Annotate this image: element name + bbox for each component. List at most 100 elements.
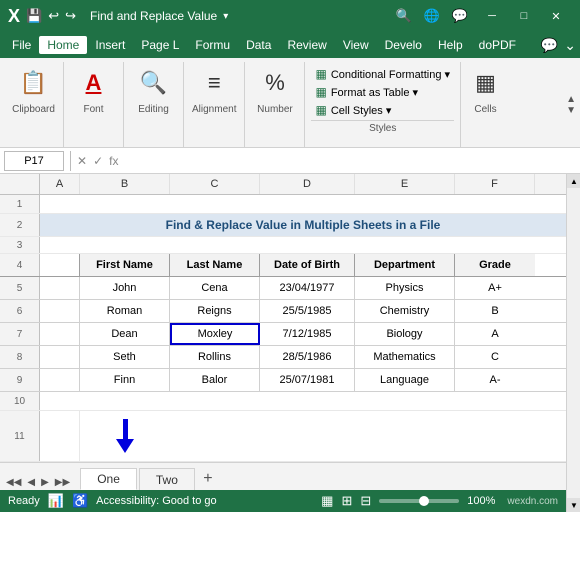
cell-5f[interactable]: A+ <box>455 277 535 299</box>
maximize-button[interactable]: □ <box>508 0 540 32</box>
menu-home[interactable]: Home <box>39 36 87 54</box>
sheet-nav-prev-icon[interactable]: ◀ <box>25 475 37 490</box>
cell-6b[interactable]: Roman <box>80 300 170 322</box>
sheet-nav-first-icon[interactable]: ◀◀ <box>4 475 23 490</box>
ribbon-scroll-down-icon[interactable]: ▼ <box>566 105 576 116</box>
menu-view[interactable]: View <box>335 36 377 54</box>
title-dropdown-icon[interactable]: ▾ <box>223 11 228 22</box>
header-firstname[interactable]: First Name <box>80 254 170 276</box>
ribbon-scroll-up-icon[interactable]: ▲ <box>566 94 576 105</box>
cell-6c[interactable]: Reigns <box>170 300 260 322</box>
formula-input[interactable] <box>122 154 576 168</box>
cell-9b[interactable]: Finn <box>80 369 170 391</box>
cell-6a[interactable] <box>40 300 80 322</box>
row-11-rest <box>170 411 566 461</box>
header-lastname[interactable]: Last Name <box>170 254 260 276</box>
row-4: 4 First Name Last Name Date of Birth Dep… <box>0 254 566 277</box>
scroll-down-button[interactable]: ▼ <box>567 498 580 512</box>
menu-help[interactable]: Help <box>430 36 471 54</box>
header-grade[interactable]: Grade <box>455 254 535 276</box>
cell-5c[interactable]: Cena <box>170 277 260 299</box>
cell-6e[interactable]: Chemistry <box>355 300 455 322</box>
menu-formulas[interactable]: Formu <box>187 36 238 54</box>
quick-access-save-icon[interactable]: 💾 <box>26 8 42 24</box>
cells-button[interactable]: ▦ <box>469 66 502 100</box>
column-headers: A B C D E F <box>0 174 566 195</box>
add-sheet-button[interactable]: + <box>197 468 219 490</box>
minimize-button[interactable]: ─ <box>476 0 508 32</box>
sheet-nav-next-icon[interactable]: ▶ <box>39 475 51 490</box>
conditional-formatting-button[interactable]: ▦ Conditional Formatting ▾ <box>311 66 454 82</box>
header-dob[interactable]: Date of Birth <box>260 254 355 276</box>
cell-6d[interactable]: 25/5/1985 <box>260 300 355 322</box>
quick-access-undo-icon[interactable]: ↩ <box>48 8 59 24</box>
close-button[interactable]: ✕ <box>540 0 572 32</box>
menu-review[interactable]: Review <box>279 36 334 54</box>
share-icon[interactable]: 🌐 <box>424 8 440 24</box>
view-page-break-icon[interactable]: ⊟ <box>360 493 371 509</box>
window-controls: ─ □ ✕ <box>476 0 572 32</box>
sheet-nav-last-icon[interactable]: ▶▶ <box>53 475 72 490</box>
ribbon-options-icon[interactable]: ⌄ <box>564 37 576 54</box>
menu-dopdf[interactable]: doPDF <box>471 36 524 54</box>
cell-9f[interactable]: A- <box>455 369 535 391</box>
menu-insert[interactable]: Insert <box>87 36 133 54</box>
cell-styles-button[interactable]: ▦ Cell Styles ▾ <box>311 102 454 118</box>
cell-9a[interactable] <box>40 369 80 391</box>
editing-button[interactable]: 🔍 <box>134 66 173 100</box>
zoom-slider[interactable] <box>379 499 459 503</box>
cell-4a[interactable] <box>40 254 80 276</box>
formula-accept-icon[interactable]: ✓ <box>93 154 103 168</box>
number-button[interactable]: % <box>259 66 291 100</box>
cell-8c[interactable]: Rollins <box>170 346 260 368</box>
cell-8e[interactable]: Mathematics <box>355 346 455 368</box>
name-box[interactable] <box>4 151 64 171</box>
format-table-button[interactable]: ▦ Format as Table ▾ <box>311 84 454 100</box>
cell-9d[interactable]: 25/07/1981 <box>260 369 355 391</box>
cell-7f[interactable]: A <box>455 323 535 345</box>
cell-5a[interactable] <box>40 277 80 299</box>
menu-file[interactable]: File <box>4 36 39 54</box>
cell-7d[interactable]: 7/12/1985 <box>260 323 355 345</box>
sheet-tab-one[interactable]: One <box>80 468 137 490</box>
view-normal-icon[interactable]: ▦ <box>321 493 333 509</box>
cell-8f[interactable]: C <box>455 346 535 368</box>
cell-7e[interactable]: Biology <box>355 323 455 345</box>
cell-8b[interactable]: Seth <box>80 346 170 368</box>
font-button[interactable]: A <box>80 66 108 100</box>
cell-5e[interactable]: Physics <box>355 277 455 299</box>
menu-developer[interactable]: Develo <box>377 36 430 54</box>
sheet-tab-two[interactable]: Two <box>139 468 195 490</box>
cell-8d[interactable]: 28/5/1986 <box>260 346 355 368</box>
clipboard-button[interactable]: 📋 <box>14 66 53 100</box>
ribbon-cells-group: ▦ Cells <box>461 62 510 147</box>
cell-9c[interactable]: Balor <box>170 369 260 391</box>
cell-7c-highlighted[interactable]: Moxley <box>170 323 260 345</box>
menu-page-layout[interactable]: Page L <box>133 36 187 54</box>
cell-5d[interactable]: 23/04/1977 <box>260 277 355 299</box>
ribbon-clipboard-group: 📋 Clipboard <box>4 62 64 147</box>
row-num-9: 9 <box>0 369 40 391</box>
cell-9e[interactable]: Language <box>355 369 455 391</box>
formula-bar: ✕ ✓ fx <box>0 148 580 174</box>
styles-group-label: Styles <box>311 120 454 134</box>
ribbon-collapse-icon[interactable]: 💬 <box>541 37 558 54</box>
search-title-icon[interactable]: 🔍 <box>395 8 411 24</box>
formula-cancel-icon[interactable]: ✕ <box>77 154 87 168</box>
cell-7b[interactable]: Dean <box>80 323 170 345</box>
alignment-button[interactable]: ≡ <box>202 66 227 100</box>
cell-8a[interactable] <box>40 346 80 368</box>
view-layout-icon[interactable]: ⊞ <box>341 493 352 509</box>
cell-6f[interactable]: B <box>455 300 535 322</box>
quick-access-redo-icon[interactable]: ↪ <box>65 8 76 24</box>
row-8: 8 Seth Rollins 28/5/1986 Mathematics C <box>0 346 566 369</box>
scroll-track[interactable] <box>567 188 580 498</box>
menu-data[interactable]: Data <box>238 36 279 54</box>
formula-insert-icon[interactable]: fx <box>109 154 118 168</box>
row-num-8: 8 <box>0 346 40 368</box>
cell-5b[interactable]: John <box>80 277 170 299</box>
comment-icon[interactable]: 💬 <box>452 8 468 24</box>
header-department[interactable]: Department <box>355 254 455 276</box>
cell-7a[interactable] <box>40 323 80 345</box>
scroll-up-button[interactable]: ▲ <box>567 174 580 188</box>
